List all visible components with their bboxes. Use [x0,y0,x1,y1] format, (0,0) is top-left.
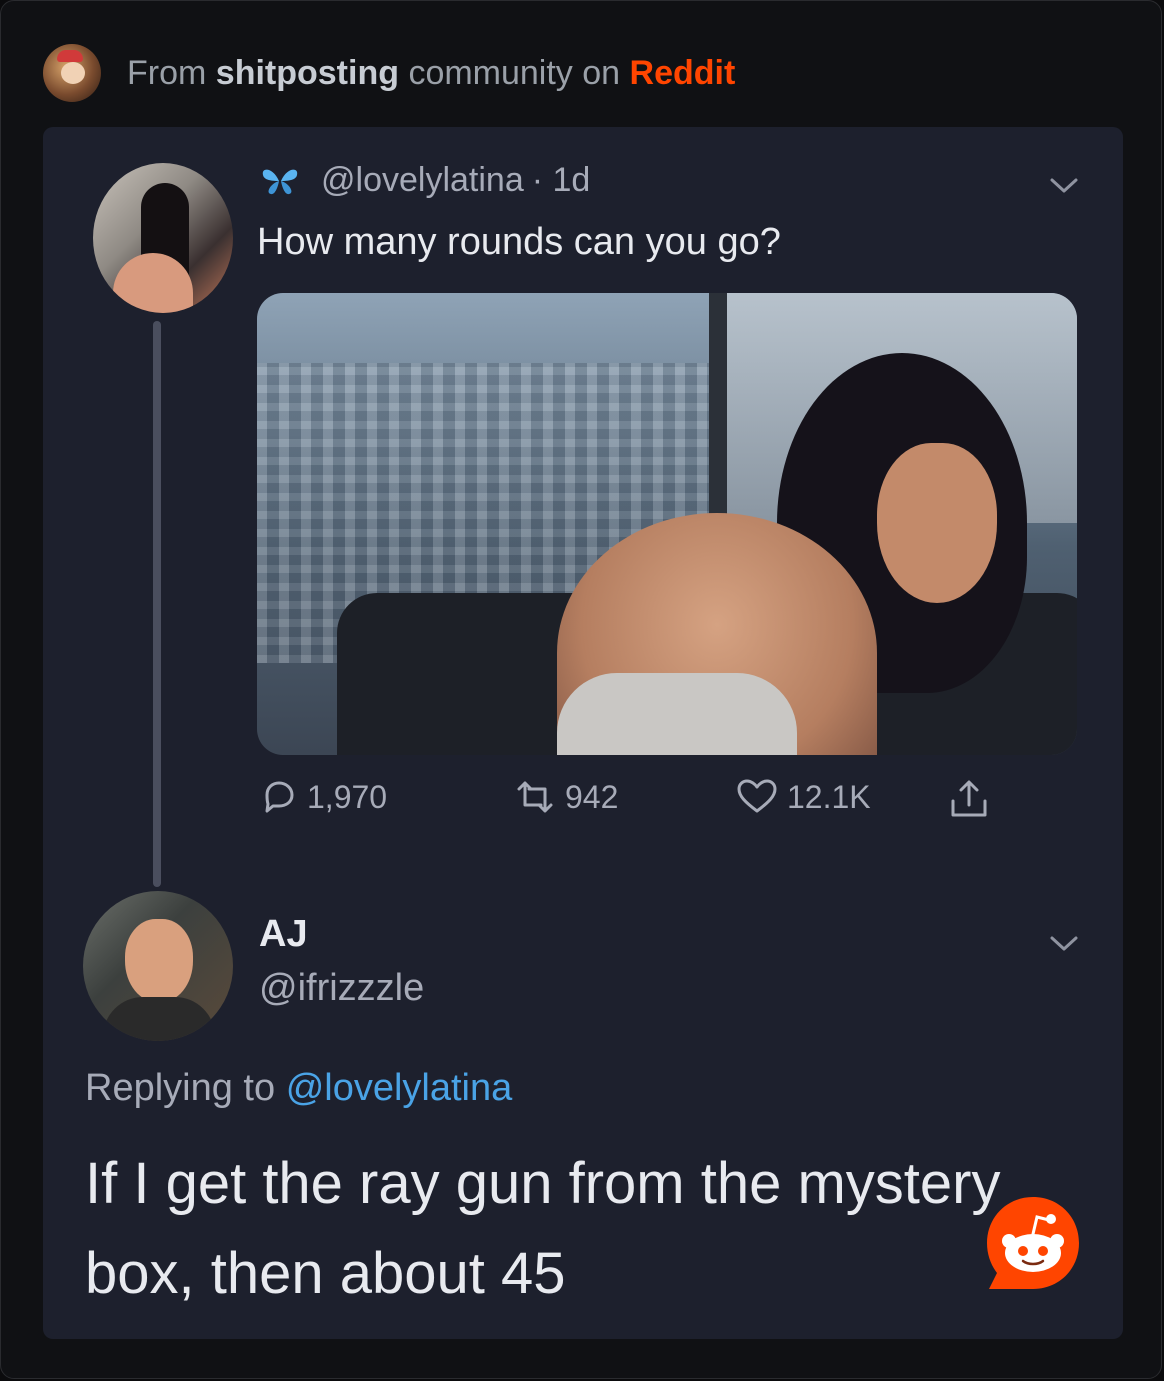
reply-count: 1,970 [307,778,388,815]
retweet-count: 942 [565,778,619,815]
reply-text: If I get the ray gun from the mystery bo… [85,1151,1001,1306]
tweet-actions: 1,970 942 12.1K [257,777,1017,833]
heart-icon [737,779,777,813]
like-action[interactable]: 12.1K [735,777,871,817]
replying-mention[interactable]: @lovelylatina [286,1067,513,1109]
tweet-screenshot-card: @lovelylatina · 1d How many rounds can y… [43,127,1123,1339]
replying-prefix: Replying to [85,1067,276,1109]
reply-author-handle[interactable]: @ifrizzzle [259,967,424,1010]
share-icon [951,780,987,817]
like-count: 12.1K [787,778,871,815]
community-avatar[interactable] [43,44,101,102]
tweet-author-avatar[interactable] [93,163,233,313]
reply-action[interactable]: 1,970 [259,777,387,817]
platform-link[interactable]: Reddit [630,54,736,92]
tweet-header: @lovelylatina · 1d [259,161,590,200]
retweet-action[interactable]: 942 [513,777,618,817]
reddit-snoo-icon[interactable] [983,1193,1083,1293]
butterfly-icon [262,169,298,194]
thread-line [153,321,161,887]
retweet-icon [517,781,553,813]
post-frame: From shitposting community on Reddit @lo… [0,0,1162,1379]
reply-author-avatar[interactable] [83,891,233,1041]
replying-to-line: Replying to @lovelylatina [85,1067,512,1110]
reply-author-name[interactable]: AJ [259,913,308,956]
source-middle: community on [408,53,621,92]
reply-icon [265,781,294,813]
tweet-text: How many rounds can you go? [257,221,781,263]
tweet-photo[interactable] [257,293,1077,755]
chevron-down-icon[interactable] [1049,935,1079,953]
source-prefix: From [127,53,207,92]
source-bar: From shitposting community on Reddit [43,43,735,103]
tweet-handle[interactable]: @lovelylatina [321,161,524,200]
tweet-time: · 1d [531,161,591,199]
source-line: From shitposting community on Reddit [127,54,735,93]
share-action[interactable] [947,777,999,821]
chevron-down-icon[interactable] [1049,177,1079,195]
community-link[interactable]: shitposting [216,54,399,92]
